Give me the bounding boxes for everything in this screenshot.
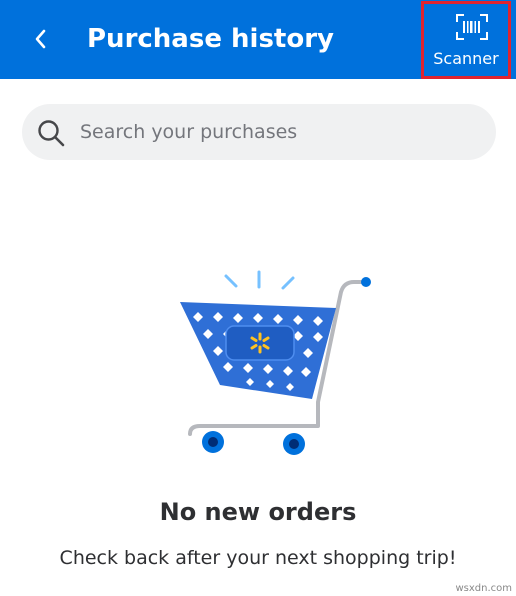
empty-state-subtitle: Check back after your next shopping trip… (59, 547, 457, 569)
page-title: Purchase history (87, 24, 334, 54)
search-input[interactable] (80, 112, 480, 152)
app-header: Purchase history Scanner (0, 0, 516, 79)
shopping-cart-icon (180, 270, 371, 455)
scanner-button[interactable]: Scanner (421, 1, 511, 79)
watermark: wsxdn.com (455, 583, 512, 594)
search-icon (38, 120, 65, 147)
chevron-left-icon (35, 29, 46, 49)
barcode-scanner-icon (456, 14, 488, 40)
search-bar[interactable] (22, 104, 496, 160)
empty-state-title: No new orders (159, 498, 357, 526)
scanner-label: Scanner (433, 49, 499, 68)
back-button[interactable] (24, 18, 58, 60)
